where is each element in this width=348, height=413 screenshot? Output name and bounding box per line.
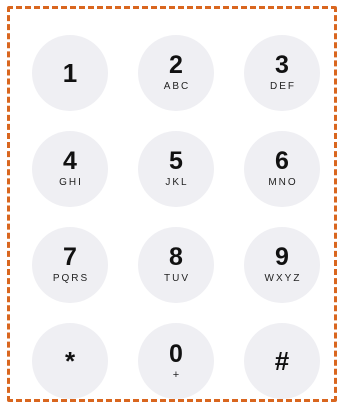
dial-key-digit: 6 (275, 147, 289, 175)
dial-key-digit: 5 (169, 147, 183, 175)
dial-key-9[interactable]: 9 WXYZ (244, 227, 320, 303)
dial-key-letters: DEF (270, 81, 296, 92)
dial-key-digit: 4 (63, 147, 77, 175)
dial-key-digit: 9 (275, 243, 289, 271)
dial-key-letters: GHI (59, 177, 83, 188)
dial-key-letters: + (172, 368, 180, 381)
dial-key-8[interactable]: 8 TUV (138, 227, 214, 303)
dial-key-2[interactable]: 2 ABC (138, 35, 214, 111)
dial-key-digit: 7 (63, 243, 77, 271)
dial-key-digit: 8 (169, 243, 183, 271)
dial-key-digit: 1 (62, 57, 78, 88)
dial-key-letters: ABC (163, 81, 191, 92)
dial-key-4[interactable]: 4 GHI (32, 131, 108, 207)
dial-key-letters: TUV (164, 273, 190, 284)
dial-key-letters: PQRS (52, 273, 90, 284)
dial-key-1[interactable]: 1 (32, 35, 108, 111)
dial-key-star[interactable]: * (32, 323, 108, 399)
dial-key-letters: MNO (268, 177, 298, 188)
dial-key-7[interactable]: 7 PQRS (32, 227, 108, 303)
dial-key-digit: 2 (169, 51, 183, 79)
dial-key-digit: 3 (275, 51, 289, 79)
dialpad-frame: 1 2 ABC 3 DEF 4 GHI 5 JKL 6 MNO 7 PQRS 8… (7, 6, 337, 402)
dial-key-digit: 0 (169, 339, 183, 368)
dial-key-digit: * (64, 345, 76, 376)
dial-key-letters: JKL (165, 177, 189, 188)
dial-key-digit: # (274, 345, 290, 376)
dial-key-hash[interactable]: # (244, 323, 320, 399)
dial-key-5[interactable]: 5 JKL (138, 131, 214, 207)
dial-key-6[interactable]: 6 MNO (244, 131, 320, 207)
dial-key-0[interactable]: 0 + (138, 323, 214, 399)
dial-key-3[interactable]: 3 DEF (244, 35, 320, 111)
dial-key-letters: WXYZ (264, 273, 302, 284)
dialpad-grid: 1 2 ABC 3 DEF 4 GHI 5 JKL 6 MNO 7 PQRS 8… (32, 35, 320, 399)
